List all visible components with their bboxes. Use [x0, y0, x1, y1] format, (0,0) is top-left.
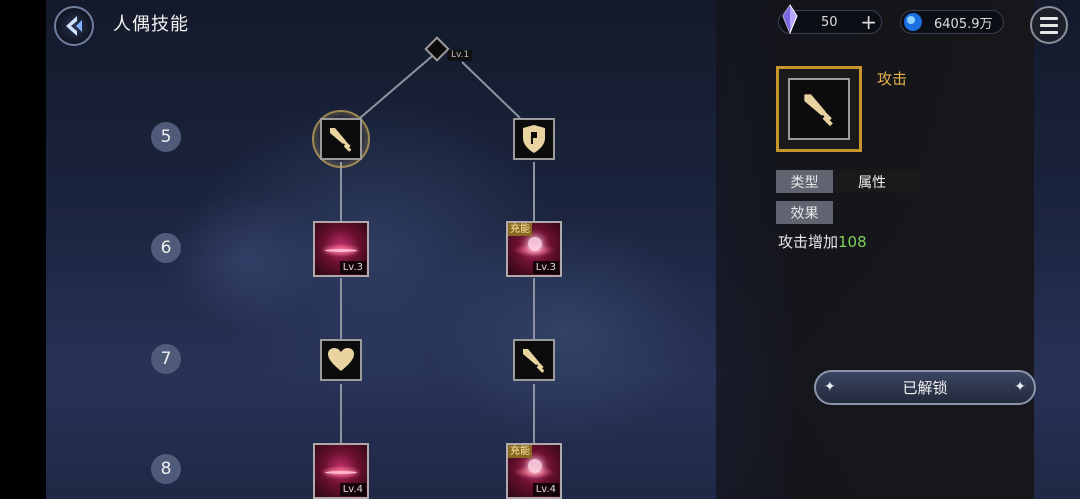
unlocked-button-label: 已解锁: [902, 379, 948, 397]
skill-node-row8-right[interactable]: 充能 Lv.4: [506, 443, 562, 499]
unlocked-button[interactable]: ✦ 已解锁 ✦: [814, 370, 1036, 405]
charge-badge: 充能: [508, 445, 532, 458]
charge-badge: 充能: [508, 223, 532, 236]
detail-skill-icon-frame: [776, 66, 862, 152]
connector-left-5-6: [340, 162, 342, 222]
skill-level: Lv.4: [339, 483, 366, 496]
effect-label: 效果: [776, 201, 833, 224]
type-value: 属性: [834, 170, 921, 193]
dagger-icon: [330, 128, 352, 152]
effect-description: 攻击增加108: [778, 231, 867, 252]
connector-right-6-7: [533, 278, 535, 340]
sparkle-icon: ✦: [1014, 379, 1026, 395]
connector-right-7-8: [533, 384, 535, 444]
connector-right-5-6: [533, 162, 535, 222]
skill-node-attack-selected[interactable]: [320, 118, 362, 160]
effect-prefix: 攻击增加: [778, 233, 839, 251]
row-number-6: 6: [151, 233, 181, 263]
effect-value: 108: [838, 233, 867, 251]
heart-icon: [328, 348, 354, 371]
skill-node-row6-left[interactable]: Lv.3: [313, 221, 369, 277]
row-number-5: 5: [151, 122, 181, 152]
detail-skill-name: 攻击: [877, 70, 908, 88]
row-number-7: 7: [151, 344, 181, 374]
skill-level: Lv.3: [339, 261, 366, 274]
skill-node-top-level: Lv.1: [448, 50, 473, 61]
skill-node-heart[interactable]: [320, 339, 362, 381]
connector-left-6-7: [340, 278, 342, 340]
sparkle-ring: [325, 249, 357, 252]
skill-node-attack[interactable]: [513, 339, 555, 381]
sparkle-ring: [325, 471, 357, 474]
dagger-icon: [804, 94, 833, 127]
dagger-icon: [523, 349, 545, 373]
type-label: 类型: [776, 170, 833, 193]
skill-node-row8-left[interactable]: Lv.4: [313, 443, 369, 499]
row-number-8: 8: [151, 454, 181, 484]
heart-glow: [528, 237, 542, 251]
shield-icon: [523, 125, 545, 153]
detail-skill-icon: [788, 78, 850, 140]
heart-glow: [528, 459, 542, 473]
skill-level: Lv.4: [532, 483, 559, 496]
skill-level: Lv.3: [532, 261, 559, 274]
skill-node-row6-right[interactable]: 充能 Lv.3: [506, 221, 562, 277]
connector-left-7-8: [340, 384, 342, 444]
sparkle-icon: ✦: [824, 379, 836, 395]
skill-node-defense[interactable]: [513, 118, 555, 160]
